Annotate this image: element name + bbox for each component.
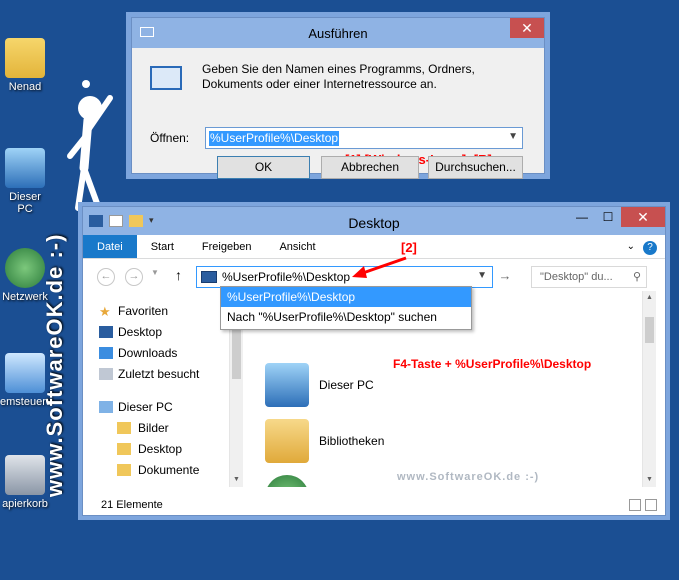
details-view-icon[interactable] xyxy=(629,499,641,511)
back-button[interactable]: ← xyxy=(97,268,115,286)
item-count: 21 Elemente xyxy=(101,499,163,511)
vertical-watermark: www.SoftwareOK.de :-) xyxy=(42,233,67,497)
stickman-illustration xyxy=(67,80,113,211)
up-button[interactable]: ↑ xyxy=(175,267,182,283)
tab-freigeben[interactable]: Freigeben xyxy=(188,235,266,258)
content-watermark: www.SoftwareOK.de :-) xyxy=(397,471,540,483)
scroll-down-icon[interactable]: ▼ xyxy=(643,473,656,487)
desktop-icon xyxy=(201,271,217,283)
desktop-icon-label: Nenad xyxy=(8,81,42,93)
desktop-icon xyxy=(99,326,113,338)
run-close-button[interactable]: ✕ xyxy=(510,18,544,38)
run-titlebar[interactable]: Ausführen ✕ xyxy=(132,18,544,48)
suggestion-item[interactable]: %UserProfile%\Desktop xyxy=(221,287,471,307)
nav-label: Dieser PC xyxy=(118,400,173,414)
minimize-button[interactable]: — xyxy=(569,207,595,227)
nav-pc-documents[interactable]: Dokumente xyxy=(83,460,245,481)
content-item-label: Dieser PC xyxy=(319,378,374,392)
download-icon xyxy=(99,347,113,359)
network-icon xyxy=(5,248,45,288)
maximize-button[interactable]: ☐ xyxy=(595,207,621,227)
content-scroll-thumb[interactable] xyxy=(645,317,654,343)
desktop-icon-this-pc[interactable]: Dieser PC xyxy=(0,148,50,215)
suggestion-item[interactable]: Nach "%UserProfile%\Desktop" suchen xyxy=(221,307,471,327)
star-icon: ★ xyxy=(99,304,111,319)
libraries-folder-icon xyxy=(265,419,309,463)
nav-label: Desktop xyxy=(118,325,163,339)
browse-button[interactable]: Durchsuchen... xyxy=(428,156,523,179)
f4-annotation: F4-Taste + %UserProfile%\Desktop xyxy=(393,357,592,371)
pictures-folder-icon xyxy=(117,422,131,434)
nav-pc-pictures[interactable]: Bilder xyxy=(83,418,245,439)
run-input-value: %UserProfile%\Desktop xyxy=(209,131,340,146)
ok-button[interactable]: OK xyxy=(217,156,310,179)
cancel-button[interactable]: Abbrechen xyxy=(321,156,419,179)
desktop-icon-user[interactable]: Nenad xyxy=(0,38,50,93)
content-item-network[interactable] xyxy=(265,475,319,487)
desktop-icon-label: Dieser PC xyxy=(9,191,41,215)
folder-icon xyxy=(117,443,131,455)
explorer-window: ▾ Desktop — ☐ ✕ Datei Start Freigeben An… xyxy=(82,206,666,516)
run-open-input[interactable]: %UserProfile%\Desktop ▼ xyxy=(205,127,523,149)
run-dialog: Ausführen ✕ Geben Sie den Namen eines Pr… xyxy=(131,17,545,179)
tab-start[interactable]: Start xyxy=(137,235,188,258)
nav-label: Zuletzt besucht xyxy=(118,367,200,381)
forward-button[interactable]: → xyxy=(125,268,143,286)
run-app-icon xyxy=(150,66,182,90)
explorer-close-button[interactable]: ✕ xyxy=(621,207,665,227)
nav-label: Desktop xyxy=(138,442,183,456)
nav-pc-desktop[interactable]: Desktop xyxy=(83,439,245,460)
computer-icon xyxy=(5,148,45,188)
content-item-this-pc[interactable]: Dieser PC xyxy=(265,363,374,407)
run-title: Ausführen xyxy=(308,26,368,41)
annotation-arrow xyxy=(352,256,407,278)
recycle-bin-icon xyxy=(5,455,45,495)
nav-fav-downloads[interactable]: Downloads xyxy=(83,343,245,364)
address-annotation: [2] xyxy=(401,240,417,255)
tab-ansicht[interactable]: Ansicht xyxy=(265,235,329,258)
help-icon[interactable]: ? xyxy=(643,241,657,255)
search-icon: ⚲ xyxy=(632,271,641,283)
nav-fav-recent[interactable]: Zuletzt besucht xyxy=(83,364,245,385)
open-label: Öffnen: xyxy=(150,131,190,145)
search-placeholder: "Desktop" du... xyxy=(540,271,613,283)
user-folder-icon xyxy=(5,38,45,78)
recent-locations-icon[interactable]: ▼ xyxy=(151,268,159,277)
computer-icon xyxy=(265,363,309,407)
network-icon xyxy=(265,475,309,487)
search-input[interactable]: "Desktop" du... ⚲ xyxy=(531,266,647,288)
nav-this-pc[interactable]: Dieser PC xyxy=(83,397,245,418)
scroll-down-icon[interactable]: ▼ xyxy=(230,473,243,487)
address-value: %UserProfile%\Desktop xyxy=(222,270,351,284)
content-scrollbar[interactable]: ▲ ▼ xyxy=(642,291,656,487)
tab-datei[interactable]: Datei xyxy=(83,235,137,258)
status-bar: 21 Elemente xyxy=(83,495,665,515)
folder-icon xyxy=(117,464,131,476)
address-bar[interactable]: %UserProfile%\Desktop ▼ xyxy=(196,266,493,288)
chevron-down-icon[interactable]: ▼ xyxy=(477,270,487,281)
nav-label: Favoriten xyxy=(118,304,169,318)
content-item-label: Bibliotheken xyxy=(319,434,385,448)
nav-label: Dokumente xyxy=(138,463,200,477)
address-suggestions: %UserProfile%\Desktop Nach "%UserProfile… xyxy=(220,286,472,330)
chevron-down-icon[interactable]: ▼ xyxy=(508,131,518,142)
nav-label: Downloads xyxy=(118,346,178,360)
scroll-up-icon[interactable]: ▲ xyxy=(643,291,656,305)
expand-ribbon-icon[interactable]: ⌄ xyxy=(627,241,635,255)
run-description: Geben Sie den Namen eines Programms, Ord… xyxy=(202,62,475,91)
computer-icon xyxy=(99,401,113,413)
nav-label: Bilder xyxy=(138,421,169,435)
large-icons-view-icon[interactable] xyxy=(645,499,657,511)
go-arrow-icon[interactable]: → xyxy=(496,268,514,286)
content-item-libraries[interactable]: Bibliotheken xyxy=(265,419,384,463)
control-panel-icon xyxy=(5,353,45,393)
recent-places-icon xyxy=(99,368,113,380)
explorer-titlebar[interactable]: ▾ Desktop — ☐ ✕ xyxy=(83,207,665,235)
